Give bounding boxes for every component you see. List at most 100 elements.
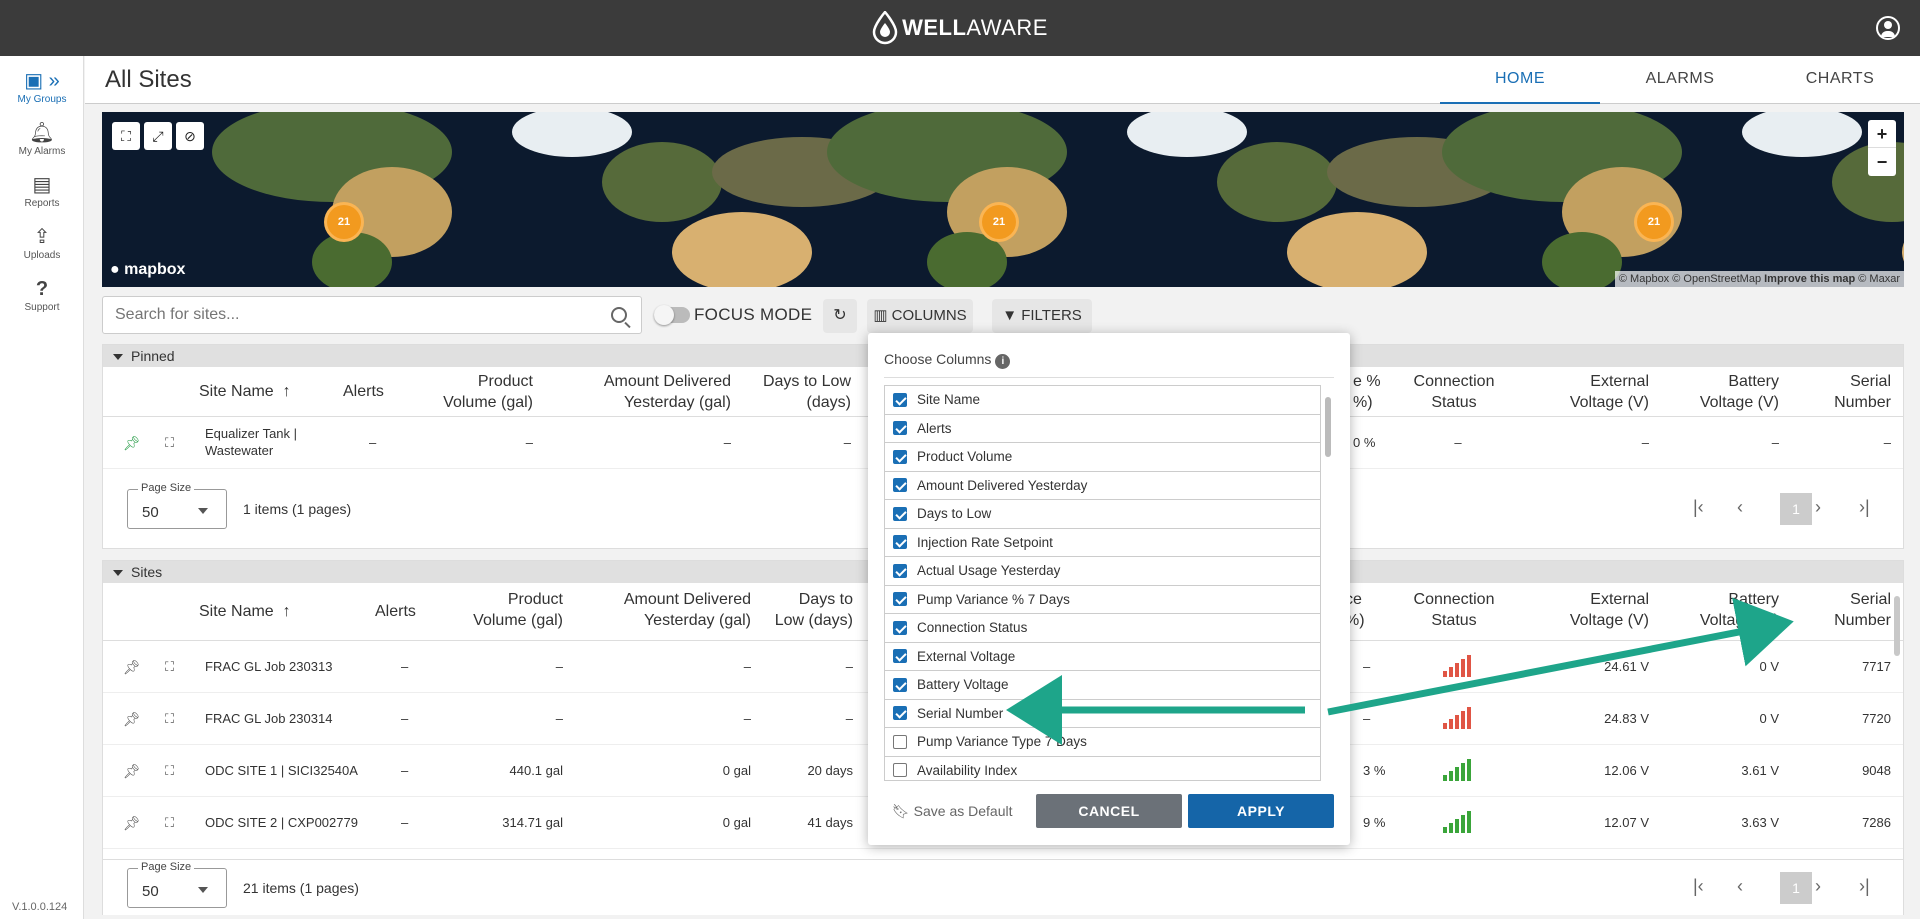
info-icon[interactable]: i [995,354,1011,369]
attribution-copyright[interactable]: © Mapbox © OpenStreetMap [1619,273,1761,285]
attribution-maxar[interactable]: © Maxar [1858,273,1900,285]
col-product-volume[interactable]: Product Volume (gal) [433,589,563,631]
checkbox[interactable] [893,649,907,664]
current-page-button[interactable]: 1 [1780,872,1812,904]
wellaware-logo[interactable]: WELLAWARE [872,11,1048,45]
site-name-cell[interactable]: FRAC GL Job 230314 [205,711,332,726]
cancel-button[interactable]: CANCEL [1036,794,1182,828]
site-name-cell[interactable]: Equalizer Tank | Wastewater [205,425,297,459]
checkbox[interactable] [893,706,907,721]
column-option[interactable]: External Voltage [885,643,1320,671]
current-page-button[interactable]: 1 [1780,493,1812,525]
column-option[interactable]: Amount Delivered Yesterday [885,472,1320,500]
column-option[interactable]: Connection Status [885,614,1320,643]
next-page-icon[interactable]: › [1815,876,1821,897]
sidebar-item-reports[interactable]: ▤ Reports [0,174,84,209]
page-size-select[interactable]: Page Size 50 [127,861,227,908]
site-map-icon[interactable]: ⛶ [165,435,174,451]
filters-button[interactable]: ▼ FILTERS [992,299,1092,333]
pin-icon[interactable]: 📌︎ [123,815,141,832]
sidebar-item-uploads[interactable]: ⇪ Uploads [0,226,84,261]
site-map-icon[interactable]: ⛶ [165,815,174,831]
checkbox[interactable] [893,449,907,464]
map-cluster-marker[interactable]: 21 [324,202,364,242]
checkbox[interactable] [893,620,907,635]
column-option[interactable]: Alerts [885,415,1320,443]
first-page-icon[interactable]: |‹ [1693,876,1704,897]
scrollbar-thumb[interactable] [1894,596,1900,656]
checkbox[interactable] [893,421,907,436]
focus-mode-toggle[interactable] [654,305,690,325]
checkbox[interactable] [893,734,907,749]
tab-home[interactable]: HOME [1440,70,1600,104]
checkbox[interactable] [893,763,907,778]
site-map-icon[interactable]: ⛶ [165,659,174,675]
table-scrollbar[interactable] [1892,596,1902,846]
col-product-volume[interactable]: Product Volume (gal) [403,371,533,413]
col-site-name[interactable]: Site Name ↑ [199,381,291,402]
search-input[interactable] [103,297,583,333]
col-battery-voltage[interactable]: Battery Voltage (V) [1673,589,1779,631]
refresh-button[interactable]: ↻ [823,299,857,333]
checkbox[interactable] [893,535,907,550]
col-pump-variance[interactable]: e %%) [1353,371,1381,413]
column-option[interactable]: Product Volume [885,443,1320,472]
last-page-icon[interactable]: ›| [1859,876,1870,897]
pin-icon[interactable]: 📌︎ [123,659,141,676]
column-option[interactable]: Actual Usage Yesterday [885,557,1320,586]
sidebar-item-my-alarms[interactable]: 🔔︎ My Alarms [0,122,84,157]
map-cluster-marker[interactable]: 21 [1634,202,1674,242]
col-external-voltage[interactable]: External Voltage (V) [1543,589,1649,631]
column-option[interactable]: Availability Index [885,757,1320,781]
column-option[interactable]: Days to Low [885,500,1320,529]
hide-map-button[interactable]: ⊘ [176,122,204,150]
col-site-name[interactable]: Site Name ↑ [199,601,291,622]
site-name-cell[interactable]: FRAC GL Job 230313 [205,659,332,674]
col-alerts[interactable]: Alerts [343,381,384,402]
column-option[interactable]: Battery Voltage [885,671,1320,700]
col-connection-status[interactable]: Connection Status [1399,589,1509,631]
site-map-icon[interactable]: ⛶ [165,763,174,779]
col-alerts[interactable]: Alerts [375,601,416,622]
first-page-icon[interactable]: |‹ [1693,497,1704,518]
col-serial-number[interactable]: Serial Number [1803,371,1891,413]
apply-button[interactable]: APPLY [1188,794,1334,828]
checkbox[interactable] [893,478,907,493]
improve-map-link[interactable]: Improve this map [1764,273,1855,285]
checkbox[interactable] [893,506,907,521]
map-cluster-marker[interactable]: 21 [979,202,1019,242]
tab-alarms[interactable]: ALARMS [1600,70,1760,104]
tab-charts[interactable]: CHARTS [1760,70,1920,104]
column-list-scrollbar[interactable] [1323,385,1333,781]
fullscreen-button[interactable]: ⛶ [112,122,140,150]
pin-icon[interactable]: 📌︎ [123,435,141,452]
site-map-icon[interactable]: ⛶ [165,711,174,727]
column-option[interactable]: Pump Variance % 7 Days [885,586,1320,614]
col-external-voltage[interactable]: External Voltage (V) [1543,371,1649,413]
zoom-out-button[interactable]: − [1868,148,1896,176]
col-amount-delivered[interactable]: Amount Delivered Yesterday (gal) [553,371,731,413]
site-name-cell[interactable]: ODC SITE 2 | CXP002779 [205,815,358,830]
col-days-to-low[interactable]: Days to Low (days) [743,371,851,413]
pin-icon[interactable]: 📌︎ [123,711,141,728]
checkbox[interactable] [893,392,907,407]
col-battery-voltage[interactable]: Battery Voltage (V) [1673,371,1779,413]
column-option[interactable]: Pump Variance Type 7 Days [885,728,1320,757]
mapbox-logo[interactable]: ● mapbox [110,261,185,279]
columns-button[interactable]: ▥ COLUMNS [867,299,973,333]
checkbox[interactable] [893,677,907,692]
sidebar-item-my-groups[interactable]: ▣ » My Groups [0,70,84,105]
sites-map[interactable]: ⛶ ⤢ ⊘ 21 21 21 ● mapbox © Mapbox © OpenS… [102,112,1904,287]
checkbox[interactable] [893,563,907,578]
next-page-icon[interactable]: › [1815,497,1821,518]
save-as-default-button[interactable]: 🔖︎ Save as Default [892,803,1013,820]
scrollbar-thumb[interactable] [1325,397,1331,457]
col-serial-number[interactable]: Serial Number [1803,589,1891,631]
expand-map-button[interactable]: ⤢ [144,122,172,150]
col-days-to-low[interactable]: Days to Low (days) [753,589,853,631]
user-account-icon[interactable] [1876,16,1900,40]
col-amount-delivered[interactable]: Amount Delivered Yesterday (gal) [573,589,751,631]
site-name-cell[interactable]: ODC SITE 1 | SICI32540A [205,763,358,778]
pin-icon[interactable]: 📌︎ [123,763,141,780]
column-option[interactable]: Injection Rate Setpoint [885,529,1320,557]
